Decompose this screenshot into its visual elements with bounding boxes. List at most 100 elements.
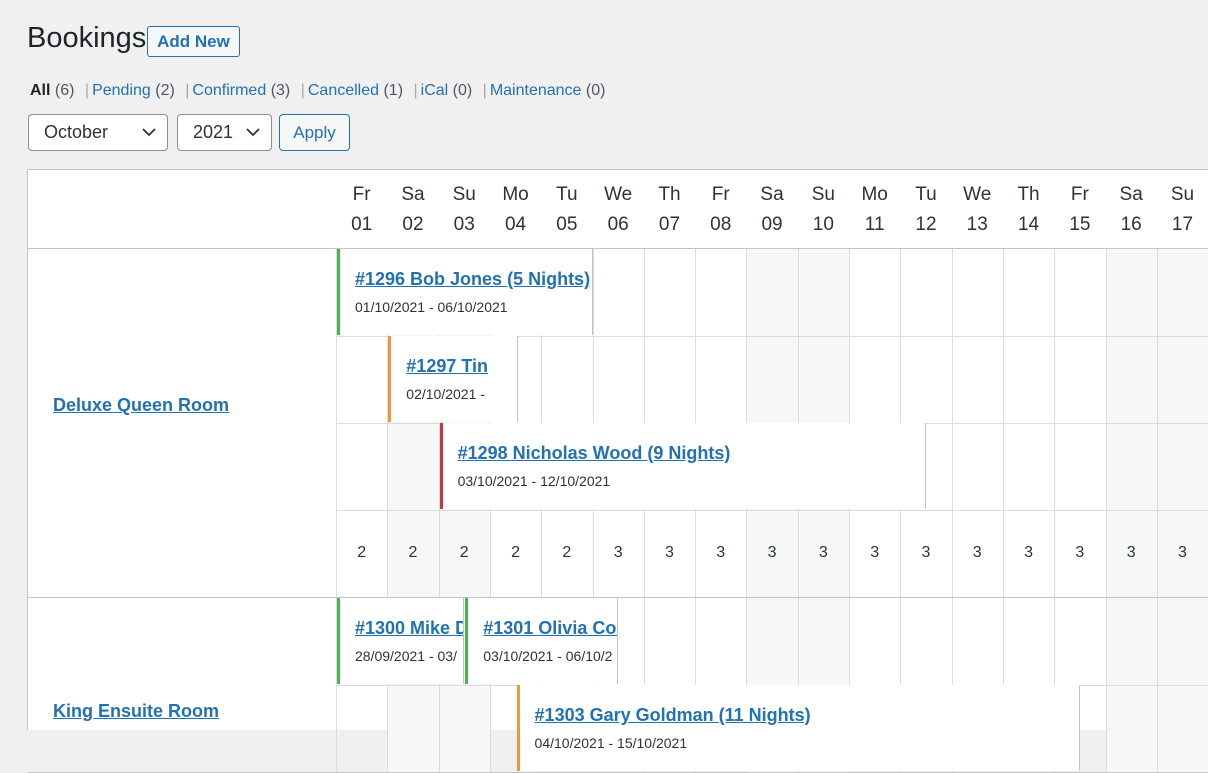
day-of-week: Sa	[1119, 184, 1143, 205]
day-of-week: Sa	[760, 184, 784, 205]
filter-confirmed-count: (3)	[270, 82, 291, 99]
day-header: Sa 16	[1106, 180, 1157, 240]
booking-block[interactable]: #1301 Olivia Col 03/10/2021 - 06/10/2	[465, 598, 619, 684]
day-header: Mo 04	[490, 180, 541, 240]
day-number: 04	[504, 214, 527, 235]
day-of-week: Mo	[861, 184, 888, 205]
booking-title-link[interactable]: #1298 Nicholas Wood (9 Nights)	[458, 443, 731, 464]
booking-title-link[interactable]: #1303 Gary Goldman (11 Nights)	[535, 705, 811, 726]
availability-count: 3	[921, 544, 931, 561]
booking-status-bar	[337, 598, 340, 684]
day-number: 03	[453, 214, 475, 235]
day-header: We 13	[952, 180, 1003, 240]
apply-button[interactable]: Apply	[279, 114, 350, 151]
page-title: Bookings	[27, 22, 147, 54]
day-of-week: Tu	[915, 184, 937, 205]
availability-count: 3	[870, 544, 880, 561]
room-name-link[interactable]: King Ensuite Room	[53, 701, 219, 722]
day-number: 12	[915, 214, 937, 235]
day-of-week: Tu	[556, 184, 578, 205]
day-number: 17	[1171, 214, 1194, 235]
booking-title-link[interactable]: #1300 Mike D	[355, 618, 463, 639]
filter-separator: |	[482, 82, 487, 99]
booking-status-bar	[337, 249, 340, 335]
filter-pending-link[interactable]: Pending	[92, 82, 151, 99]
booking-dates: 03/10/2021 - 12/10/2021	[457, 473, 611, 489]
day-header: Su 17	[1157, 180, 1208, 240]
day-header: Su 10	[798, 180, 849, 240]
booking-block[interactable]: #1303 Gary Goldman (11 Nights) 04/10/2021…	[516, 685, 1080, 771]
day-of-week: Th	[658, 184, 681, 205]
filter-separator: |	[413, 82, 418, 99]
availability-count: 3	[767, 544, 777, 561]
booking-title-link[interactable]: #1296 Bob Jones (5 Nights)	[355, 269, 590, 290]
availability-count: 3	[1024, 544, 1033, 561]
availability-count: 3	[818, 544, 828, 561]
filter-cancelled-count: (1)	[383, 82, 404, 99]
availability-count: 2	[562, 544, 572, 561]
booking-dates: 03/10/2021 - 06/10/2	[483, 648, 613, 664]
filter-maintenance-count: (0)	[585, 82, 606, 99]
booking-block[interactable]: #1296 Bob Jones (5 Nights) 01/10/2021 - 0…	[337, 249, 593, 335]
filter-separator: |	[300, 82, 305, 99]
day-of-week: We	[604, 184, 633, 205]
availability-count: 3	[1075, 544, 1085, 561]
day-header: Tu 12	[900, 180, 951, 240]
year-select[interactable]: 2021	[177, 114, 272, 151]
day-header: Th 07	[644, 180, 695, 240]
availability-count: 2	[459, 544, 469, 561]
day-header: Th 14	[1003, 180, 1054, 240]
day-number: 11	[864, 214, 885, 235]
filter-cancelled-link[interactable]: Cancelled	[308, 82, 379, 99]
filter-ical-link[interactable]: iCal	[421, 82, 449, 99]
day-header: Fr 15	[1054, 180, 1105, 240]
add-new-button[interactable]: Add New	[147, 26, 240, 57]
day-of-week: Su	[452, 184, 476, 205]
availability-count: 3	[613, 544, 623, 561]
booking-dates: 04/10/2021 - 15/10/2021	[534, 735, 688, 751]
filter-confirmed-link[interactable]: Confirmed	[192, 82, 266, 99]
day-header: Sa 09	[746, 180, 797, 240]
booking-title-link[interactable]: #1301 Olivia Col	[483, 618, 617, 639]
booking-dates: 01/10/2021 - 06/10/2021	[355, 299, 508, 315]
booking-status-bar	[465, 598, 469, 684]
month-select-value: October	[44, 122, 109, 142]
day-number: 01	[351, 214, 373, 235]
day-number: 13	[966, 214, 988, 235]
booking-status-bar	[439, 423, 443, 509]
availability-count: 3	[972, 544, 982, 561]
booking-block[interactable]: #1300 Mike D 28/09/2021 - 03/	[337, 598, 465, 684]
day-number: 02	[402, 214, 424, 235]
filter-maintenance-link[interactable]: Maintenance	[490, 82, 582, 99]
month-select[interactable]: October	[28, 114, 168, 151]
day-header: Fr 08	[695, 180, 746, 240]
booking-block[interactable]: #1297 Tin 02/10/2021 -	[388, 336, 519, 422]
booking-status-bar	[516, 685, 520, 771]
booking-dates: 02/10/2021 -	[406, 386, 485, 402]
day-number: 09	[761, 214, 783, 235]
day-of-week: Fr	[1070, 184, 1089, 205]
booking-title-link[interactable]: #1297 Tin	[406, 356, 488, 377]
availability-count: 2	[511, 544, 520, 561]
availability-count: 3	[716, 544, 726, 561]
filter-pending-count: (2)	[155, 82, 175, 99]
availability-count: 3	[1177, 544, 1187, 561]
availability-count: 2	[408, 544, 418, 561]
chevron-down-icon	[246, 128, 260, 137]
day-header: Su 03	[439, 180, 490, 240]
chevron-down-icon	[142, 128, 156, 137]
availability-count: 3	[1126, 544, 1136, 561]
day-header: We 06	[593, 180, 644, 240]
day-number: 16	[1120, 214, 1142, 235]
day-of-week: Mo	[502, 184, 529, 205]
day-number: 07	[658, 214, 681, 235]
day-number: 10	[812, 214, 834, 235]
header-divider	[28, 248, 1208, 249]
day-of-week: Fr	[711, 184, 730, 205]
filter-separator: |	[185, 82, 190, 99]
booking-block[interactable]: #1298 Nicholas Wood (9 Nights) 03/10/2021…	[439, 423, 926, 509]
booking-status-bar	[388, 336, 392, 422]
room-name-link[interactable]: Deluxe Queen Room	[53, 395, 229, 416]
day-number: 15	[1069, 214, 1091, 235]
filter-all-link[interactable]: All	[30, 82, 50, 99]
